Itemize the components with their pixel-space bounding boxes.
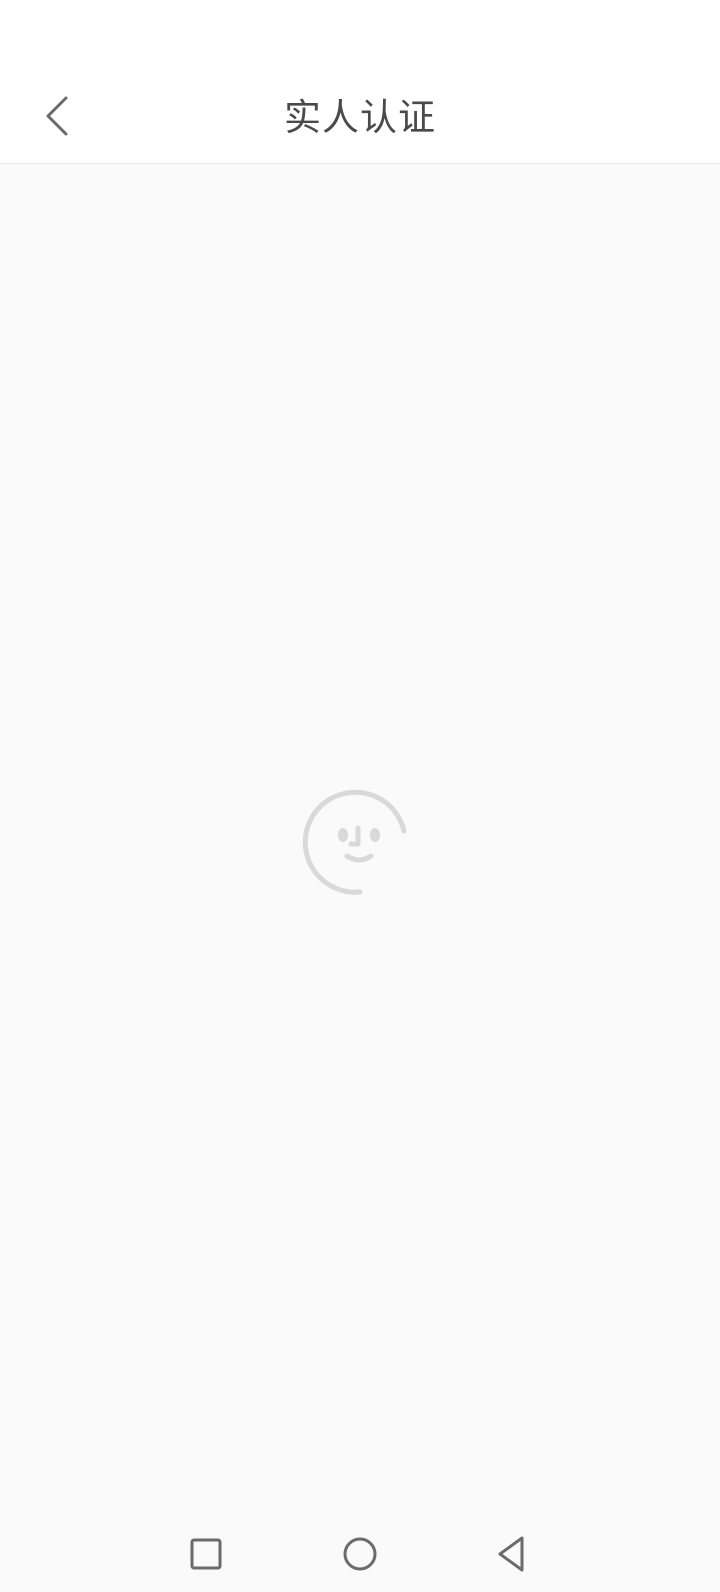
header-bar: 实人认证	[0, 72, 720, 164]
system-nav-bar	[0, 1516, 720, 1592]
status-bar	[0, 0, 720, 72]
square-icon	[190, 1538, 222, 1570]
content-area	[0, 164, 720, 1516]
system-back-button[interactable]	[472, 1516, 552, 1592]
triangle-back-icon	[498, 1536, 524, 1572]
recents-button[interactable]	[166, 1516, 246, 1592]
circle-icon	[343, 1537, 377, 1571]
home-button[interactable]	[320, 1516, 400, 1592]
face-scan-loading-icon	[300, 784, 420, 904]
chevron-left-icon	[46, 96, 68, 136]
page-title: 实人认证	[284, 96, 436, 139]
back-button[interactable]	[30, 88, 86, 144]
